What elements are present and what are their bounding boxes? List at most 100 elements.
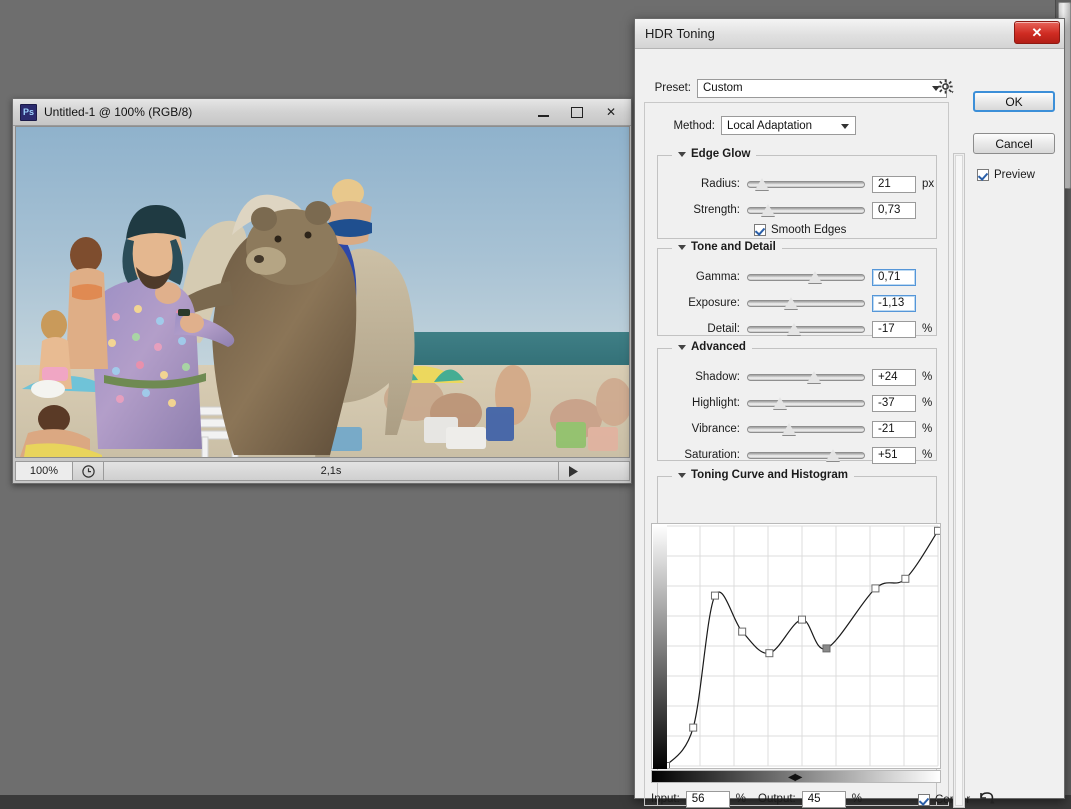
highlight-input[interactable]: -37 [872,394,916,412]
highlight-slider-thumb[interactable] [773,396,788,409]
disclosure-triangle-icon[interactable] [678,151,686,157]
shadow-slider-row: Shadow: +24 % [658,368,938,386]
gamma-slider-thumb[interactable] [808,270,823,283]
gray-ramp-handles[interactable]: ◀▶ [788,772,802,783]
render-time: 2,1s [320,465,342,477]
edge-glow-title[interactable]: Edge Glow [672,148,757,160]
vibrance-input[interactable]: -21 [872,420,916,438]
saturation-input[interactable]: +51 [872,446,916,464]
gear-icon[interactable] [938,77,960,97]
strength-slider-row: Strength: 0,73 [658,201,938,219]
chevron-down-icon [841,123,849,129]
hdr-toning-dialog[interactable]: HDR Toning ✕ Preset: Custom OK Cancel Pr… [634,18,1065,808]
dialog-scrollbar-thumb[interactable] [955,155,963,806]
input-field[interactable]: 56 [685,790,730,808]
document-status-bar[interactable]: 100% 2,1s [15,461,630,481]
exposure-label: Exposure: [688,297,740,309]
gamma-input[interactable]: 0,71 [872,268,916,286]
vibrance-slider-track[interactable] [747,422,865,435]
input-unit: % [735,793,747,805]
preset-row: Preset: Custom [651,78,951,98]
dialog-close-button[interactable]: ✕ [1014,21,1060,44]
radius-slider-thumb[interactable] [754,177,769,190]
preset-value: Custom [703,82,743,94]
strength-label: Strength: [693,204,740,216]
play-triangle-icon[interactable] [558,462,587,480]
shadow-slider-track[interactable] [747,370,865,383]
document-window[interactable]: Ps Untitled-1 @ 100% (RGB/8) ✕ 100% 2,1s [12,98,632,484]
saturation-slider-track[interactable] [747,448,865,461]
smooth-edges-row[interactable]: Smooth Edges [754,224,846,236]
output-field[interactable]: 45 [801,790,846,808]
reset-arrow-icon[interactable] [979,790,995,809]
shadow-slider-thumb[interactable] [807,370,822,383]
strength-slider-track[interactable] [747,203,865,216]
strength-slider-thumb[interactable] [760,203,775,216]
shadow-label: Shadow: [695,371,740,383]
group-title-text: Edge Glow [691,148,751,160]
shadow-unit: % [922,371,933,383]
strength-input[interactable]: 0,73 [872,201,916,219]
dialog-title-bar[interactable]: HDR Toning ✕ [635,19,1064,49]
gamma-slider-track[interactable] [747,270,865,283]
detail-label: Detail: [707,323,740,335]
method-row: Method: Local Adaptation [667,116,856,135]
toning-curve-panel[interactable]: ◀▶ [651,523,942,785]
toning-curve-chart[interactable] [652,524,942,770]
preview-label: Preview [994,169,1035,181]
vibrance-slider-row: Vibrance: -21 % [658,420,938,438]
exposure-input[interactable]: -1,13 [872,294,916,312]
highlight-slider-track[interactable] [747,396,865,409]
method-value: Local Adaptation [727,119,813,132]
toning-curve-title[interactable]: Toning Curve and Histogram [672,469,854,481]
document-title-bar[interactable]: Ps Untitled-1 @ 100% (RGB/8) ✕ [13,99,631,126]
disclosure-triangle-icon[interactable] [678,244,686,250]
curve-plot-area[interactable] [651,523,942,770]
tone-and-detail-title[interactable]: Tone and Detail [672,241,782,253]
clock-icon[interactable] [73,462,104,480]
advanced-group: Advanced Shadow: +24 % Highlight: -37 % … [657,341,938,464]
smooth-edges-checkbox[interactable] [754,224,766,236]
vibrance-label: Vibrance: [691,423,740,435]
group-title-text: Tone and Detail [691,241,776,253]
zoom-level[interactable]: 100% [16,462,73,480]
disclosure-triangle-icon[interactable] [678,472,686,478]
document-title: Untitled-1 @ 100% (RGB/8) [44,105,193,119]
method-dropdown[interactable]: Local Adaptation [721,116,856,135]
radius-slider-track[interactable] [747,177,865,190]
exposure-slider-thumb[interactable] [783,296,798,309]
preset-dropdown[interactable]: Custom [697,78,947,98]
corner-checkbox[interactable] [918,794,930,806]
radius-input[interactable]: 21 [872,175,916,193]
advanced-title[interactable]: Advanced [672,341,752,353]
dialog-title: HDR Toning [645,26,715,41]
close-button[interactable]: ✕ [595,100,627,124]
saturation-slider-row: Saturation: +51 % [658,446,938,464]
saturation-slider-thumb[interactable] [825,448,840,461]
highlight-slider-row: Highlight: -37 % [658,394,938,412]
edge-glow-group: Edge Glow Radius: 21 px Strength: 0,73 S… [657,148,938,239]
saturation-unit: % [922,449,933,461]
detail-slider-track[interactable] [747,322,865,335]
detail-input[interactable]: -17 [872,320,916,338]
preview-checkbox[interactable] [977,169,989,181]
document-canvas[interactable] [15,126,630,458]
dialog-vertical-scrollbar[interactable] [953,153,965,808]
group-title-text: Advanced [691,341,746,353]
status-bar-spacer [587,462,629,480]
cancel-button[interactable]: Cancel [973,133,1055,154]
detail-slider-thumb[interactable] [787,322,802,335]
highlight-unit: % [922,397,933,409]
maximize-button[interactable] [561,100,593,124]
preview-checkbox-row[interactable]: Preview [977,169,1035,181]
disclosure-triangle-icon[interactable] [678,344,686,350]
ok-button[interactable]: OK [973,91,1055,112]
preset-label: Preset: [654,82,691,94]
output-unit: % [851,793,862,805]
radius-unit: px [922,178,935,190]
minimize-button[interactable] [527,100,559,124]
shadow-input[interactable]: +24 [872,368,916,386]
detail-slider-row: Detail: -17 % [658,320,938,338]
exposure-slider-track[interactable] [747,296,865,309]
vibrance-slider-thumb[interactable] [781,422,796,435]
